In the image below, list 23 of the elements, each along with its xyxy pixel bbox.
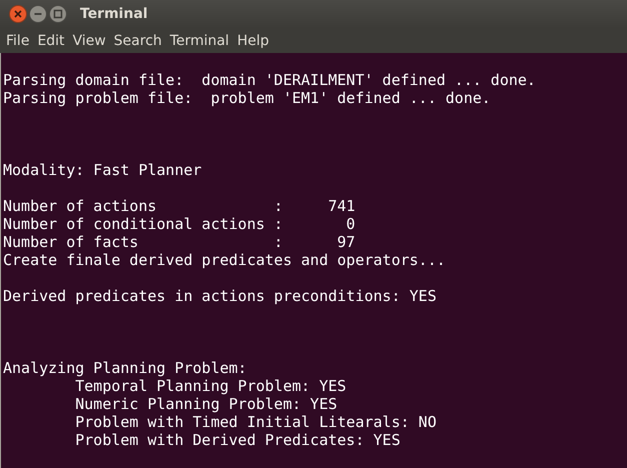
terminal-line: Number of facts : 97 [3,233,356,251]
terminal-line: Number of actions : 741 [3,197,356,215]
menu-item[interactable]: View [68,32,110,48]
terminal-line: Temporal Planning Problem: YES [74,377,346,395]
terminal-line: Number of conditional actions : 0 [3,215,356,233]
menu-item[interactable]: Terminal [166,32,234,48]
terminal-line: Analyzing Planning Problem: [3,359,247,377]
menu-item[interactable]: Edit [33,32,69,48]
menu-item[interactable]: Help [233,32,273,48]
menu-item[interactable]: Search [110,32,166,48]
terminal-line: Parsing problem file: problem 'EM1' defined ... done. [3,89,491,107]
terminal-line: Problem with Derived Predicates: YES [74,431,400,449]
window-title: Terminal [80,6,148,22]
terminal-line: Create finale derived predicates and operators... [3,251,446,269]
menu-item[interactable]: File [2,32,34,48]
terminal-line: Derived predicates in actions preconditions: YES [3,287,436,305]
minimize-icon[interactable] [29,5,47,23]
maximize-icon[interactable] [49,5,67,23]
close-icon[interactable] [9,5,27,23]
terminal-line: Modality: Fast Planner [3,161,202,179]
terminal-line: Numeric Planning Problem: YES [74,395,338,413]
terminal-line: Parsing domain file: domain 'DERAILMENT' defined ... done. [3,71,536,89]
terminal-line: Problem with Timed Initial Litearals: NO [74,413,436,431]
